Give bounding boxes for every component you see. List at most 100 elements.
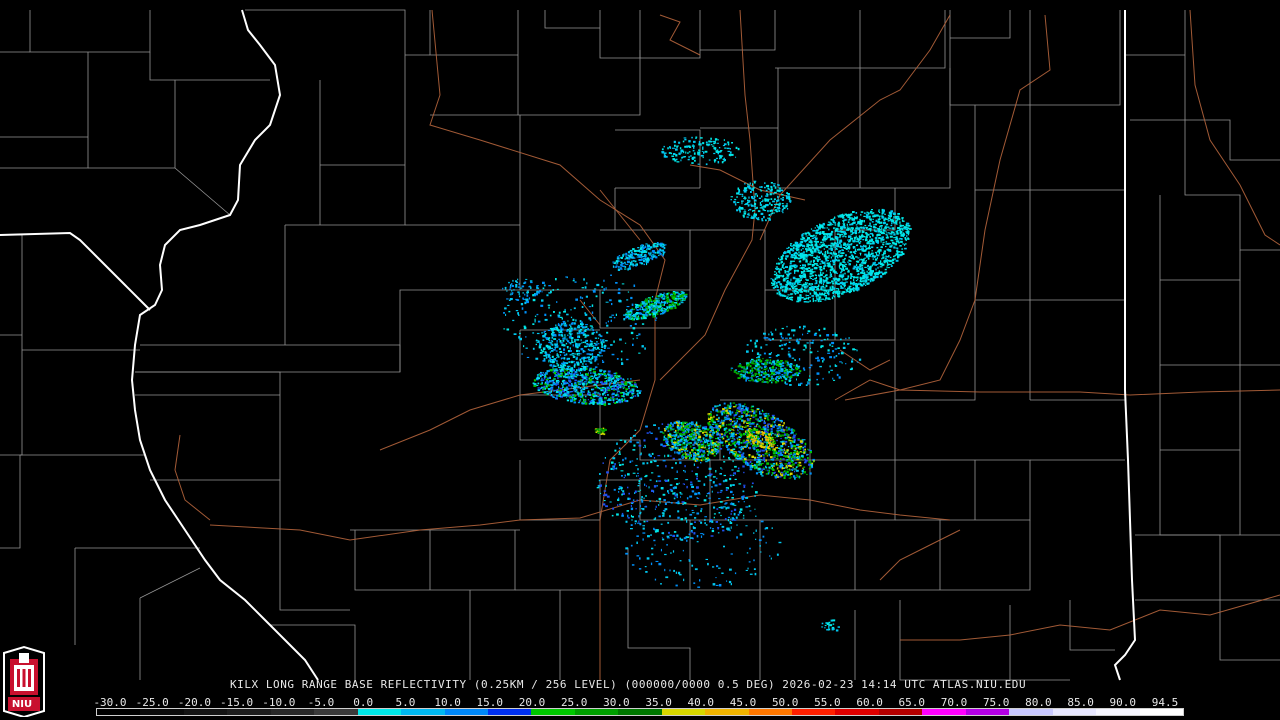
echo-pixel [713,152,716,155]
echo-pixel [728,432,731,435]
echo-pixel [631,385,633,387]
echo-pixel [769,202,771,205]
echo-pixel [567,350,570,353]
echo-pixel [755,431,758,434]
echo-pixel [628,387,630,390]
echo-pixel [625,316,627,319]
echo-pixel [621,385,623,388]
echo-pixel [539,373,542,375]
echo-pixel [825,284,828,288]
echo-pixel [574,379,577,382]
echo-pixel [885,241,888,243]
echo-pixel [607,389,611,392]
echo-pixel [594,393,596,395]
echo-pixel [714,161,716,163]
echo-pixel [539,375,542,378]
echo-pixel [765,467,768,469]
echo-pixel [630,250,632,252]
echo-pixel [573,361,575,363]
echo-pixel [734,455,737,458]
echo-pixel [750,203,752,206]
echo-pixel [764,448,767,451]
echo-pixel [884,268,887,271]
echo-pixel [759,410,761,414]
echo-pixel [885,234,887,236]
echo-pixel [560,374,563,377]
echo-pixel [804,282,806,284]
echo-pixel [800,288,802,291]
echo-pixel [557,346,559,348]
echo-pixel [576,356,578,359]
echo-pixel [738,438,739,441]
echo-pixel [805,290,807,293]
echo-pixel [844,218,847,221]
echo-pixel [576,363,580,366]
echo-pixel [886,249,889,251]
echo-pixel [781,426,783,428]
echo-pixel [553,390,555,392]
echo-pixel [772,466,774,469]
echo-pixel [569,347,571,350]
echo-pixel [893,212,896,214]
echo-pixel [810,268,812,271]
echo-pixel [844,263,848,265]
echo-pixel [627,261,630,264]
echo-pixel [562,375,565,378]
echo-pixel [643,250,646,253]
echo-pixel [844,262,846,264]
echo-pixel [764,452,767,455]
echo-pixel [770,204,773,206]
echo-pixel [778,204,780,206]
echo-pixel [558,381,560,383]
echo-pixel [786,205,788,207]
echo-pixel [789,472,793,475]
echo-pixel [616,262,619,264]
echo-pixel [869,232,873,235]
echo-pixel [832,239,835,241]
echo-pixel [886,223,889,226]
echo-pixel [751,455,754,458]
echo-pixel [785,266,788,268]
echo-pixel [803,276,807,278]
echo-pixel [591,327,594,329]
echo-pixel [767,447,771,449]
echo-pixel [721,414,723,416]
echo-pixel [803,254,806,257]
echo-pixel [715,139,717,141]
echo-pixel [774,437,776,439]
echo-pixel [772,462,776,465]
echo-pixel [783,290,786,292]
echo-pixel [817,252,820,254]
echo-pixel [847,239,849,241]
echo-pixel [868,251,870,254]
echo-pixel [585,326,588,328]
echo-pixel [635,305,637,309]
echo-pixel [829,289,831,291]
echo-pixel [847,216,849,219]
echo-pixel [770,186,773,189]
echo-pixel [852,233,854,235]
echo-pixel [784,463,788,465]
echo-pixel [747,199,749,202]
echo-pixel [587,390,590,393]
echo-pixel [548,348,550,350]
echo-pixel [788,457,791,460]
echo-pixel [532,382,535,385]
echo-pixel [759,444,763,447]
echo-pixel [750,414,753,417]
echo-pixel [574,353,577,355]
echo-pixel [791,448,794,450]
echo-pixel [788,428,790,431]
echo-pixel [666,310,669,312]
echo-pixel [879,226,881,228]
echo-pixel [581,365,584,368]
echo-pixel [834,290,836,293]
echo-pixel [776,439,778,442]
echo-pixel [830,246,832,249]
echo-pixel [599,393,602,395]
echo-pixel [630,256,633,259]
echo-pixel [771,282,773,284]
echo-pixel [593,368,595,370]
echo-pixel [867,233,870,236]
echo-pixel [834,257,836,259]
